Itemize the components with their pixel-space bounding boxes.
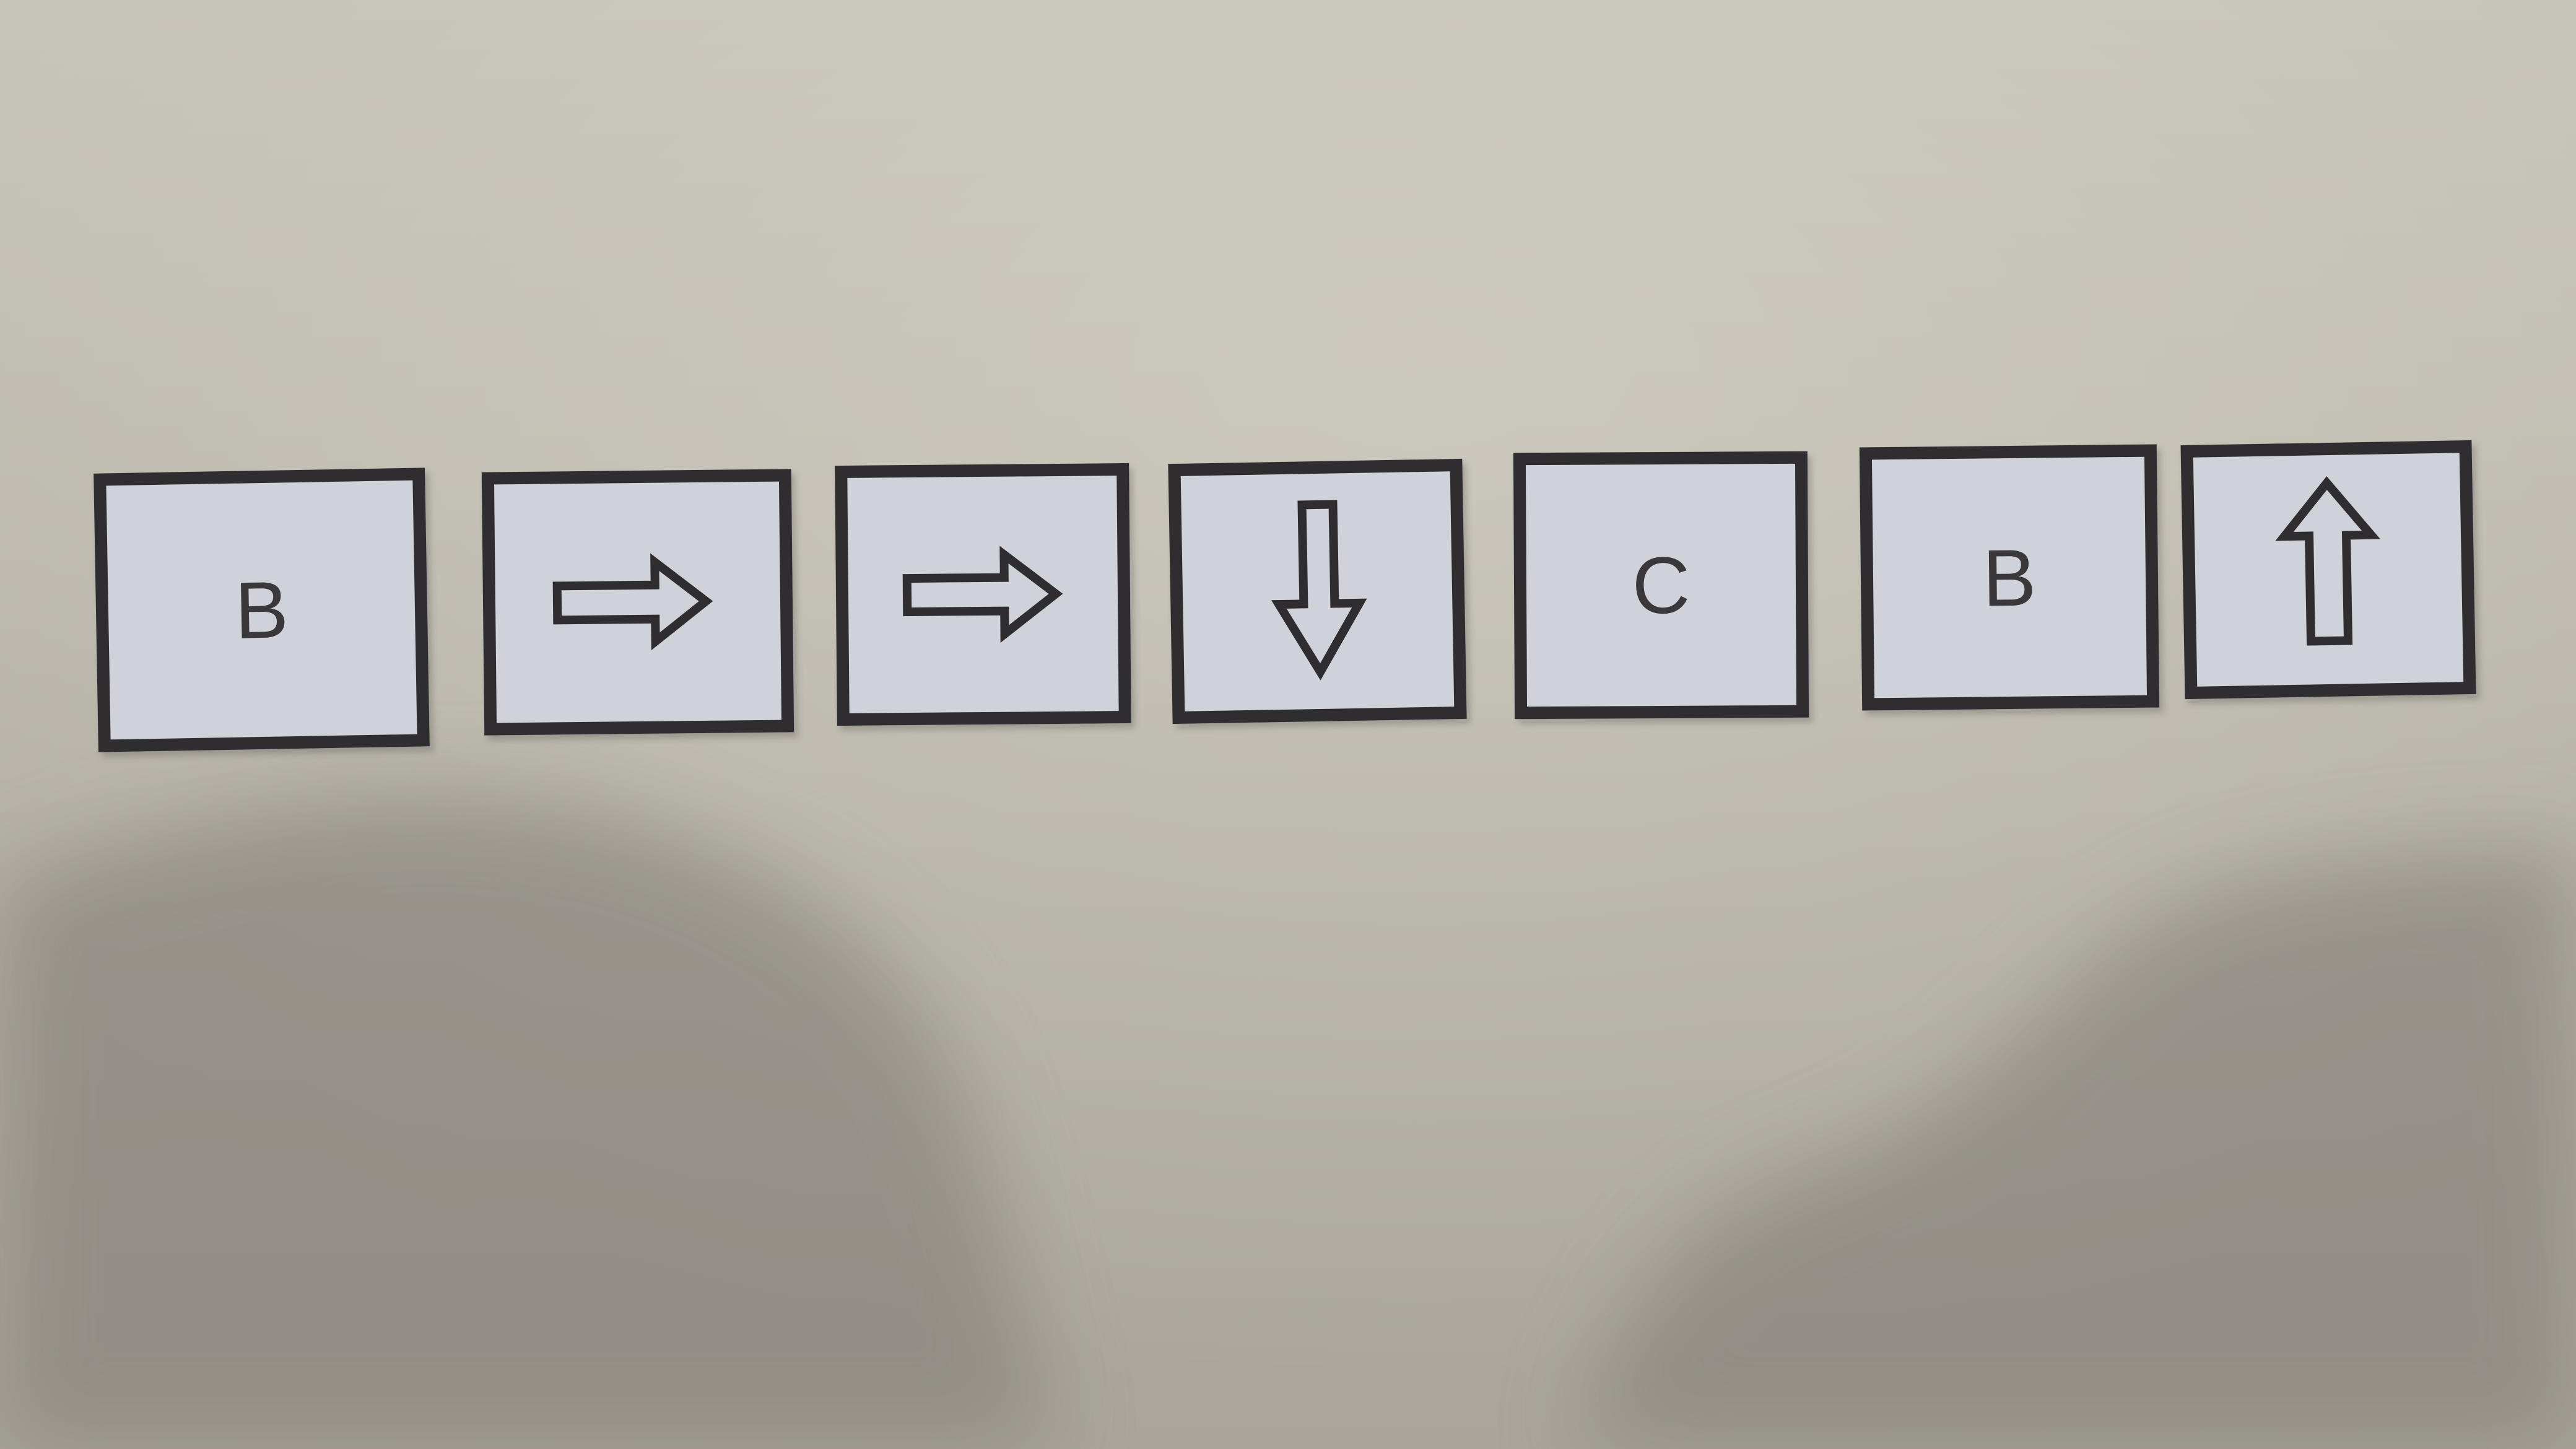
right-arrow-icon xyxy=(902,546,1063,643)
card-arrow-right-1 xyxy=(481,469,794,736)
card-arrow-up xyxy=(2180,440,2476,700)
up-arrow-icon xyxy=(2275,476,2380,646)
card-letter-b-1: B xyxy=(94,468,430,752)
down-arrow-icon xyxy=(1271,500,1367,681)
card-arrow-right-2 xyxy=(835,463,1131,726)
right-arrow-icon xyxy=(552,553,713,651)
card-letter-c: C xyxy=(1513,451,1809,720)
card-letter-b-2: B xyxy=(1859,444,2160,711)
card-letter: B xyxy=(233,564,290,656)
card-letter: B xyxy=(1982,532,2037,623)
card-letter: C xyxy=(1632,539,1690,631)
card-arrow-down xyxy=(1168,458,1467,724)
